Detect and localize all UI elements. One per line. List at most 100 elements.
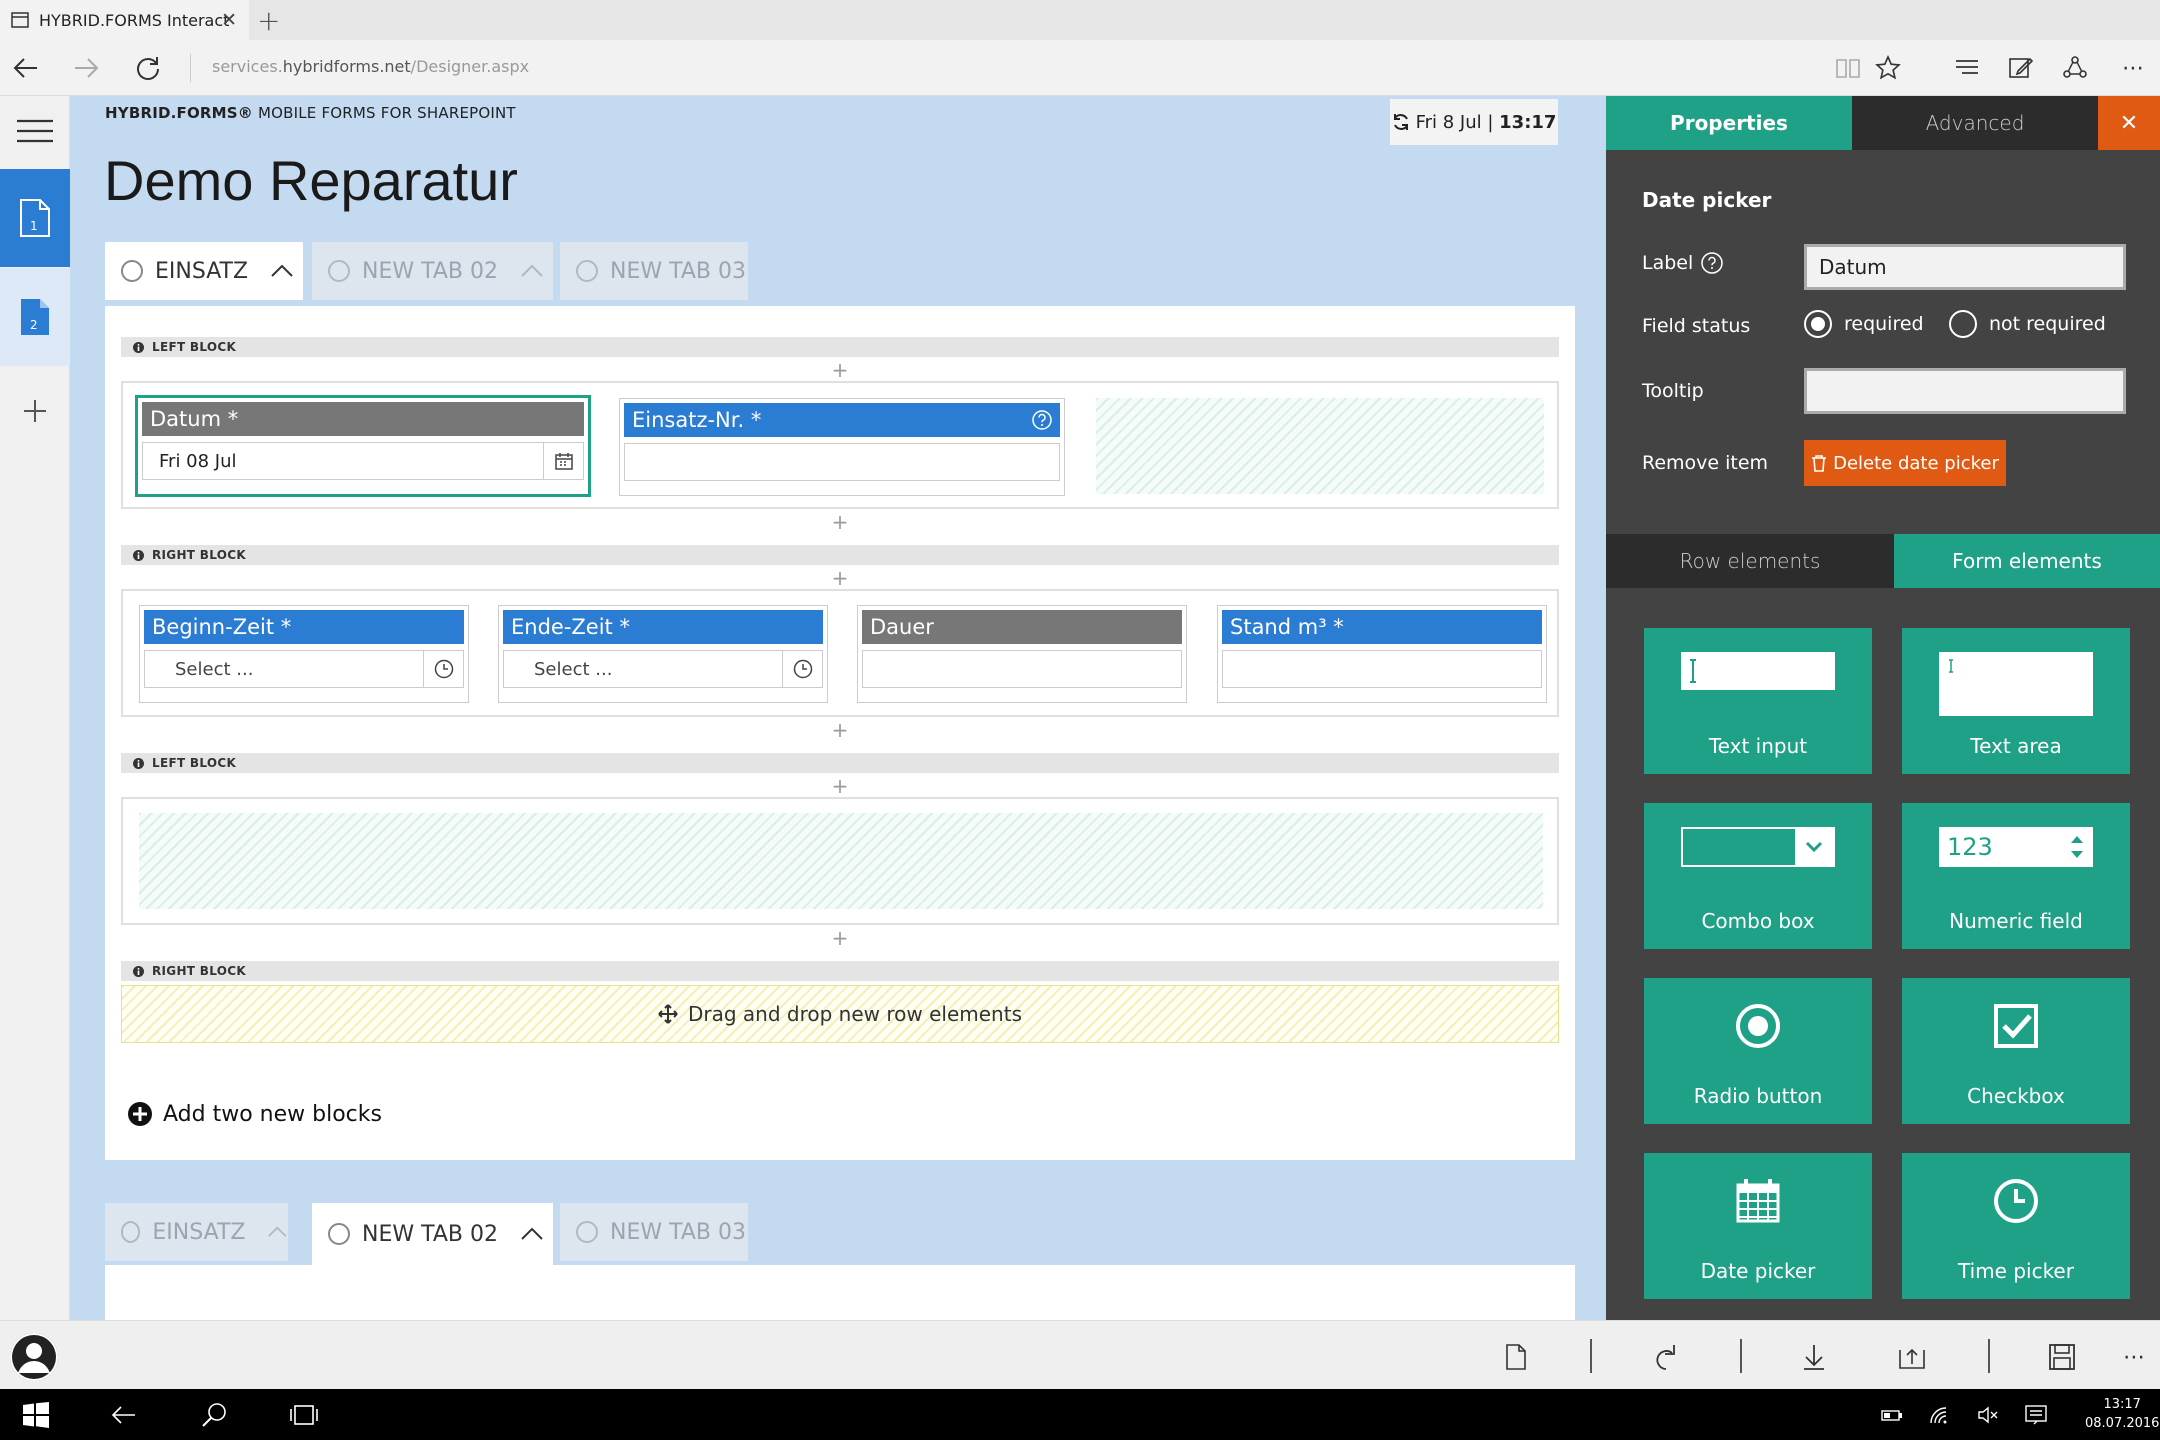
properties-tabs: Properties Advanced ✕ [1606,96,2160,150]
label-input[interactable]: Datum [1804,244,2126,290]
avatar[interactable] [10,1333,58,1381]
dauer-field[interactable]: Dauer [857,605,1187,703]
tab-einsatz[interactable]: EINSATZ [105,242,303,300]
new-tab-button[interactable]: + [257,4,280,37]
address-bar: services.hybridforms.net/Designer.aspx ⋯ [0,40,2160,96]
taskbar: 13:17 08.07.2016 [0,1389,2160,1440]
close-tab-icon[interactable]: ✕ [221,9,237,31]
task-view-icon[interactable] [288,1399,320,1431]
field-label: Ende-Zeit * [503,610,823,644]
hub-icon[interactable] [1952,53,1982,83]
notifications-icon[interactable] [2020,1399,2052,1431]
text-input-tile[interactable]: Text input [1644,628,1872,774]
more-icon[interactable]: ⋯ [2118,53,2148,83]
upload-icon[interactable] [1894,1339,1930,1375]
battery-icon[interactable] [1876,1399,1908,1431]
help-icon[interactable] [1701,252,1724,274]
add-row-plus[interactable]: + [830,566,850,590]
back-icon[interactable] [108,1399,140,1431]
empty-cell-placeholder[interactable] [139,813,1543,909]
row-block: Beginn-Zeit * Select ... Ende-Zeit * Sel… [121,589,1559,717]
beginn-zeit-input[interactable]: Select ... [144,650,464,688]
tab-row-elements[interactable]: Row elements [1606,534,1894,588]
download-icon[interactable] [1796,1339,1832,1375]
chevron-up-icon[interactable] [270,264,294,278]
sync-date-box[interactable]: Fri 8 Jul | 13:17 [1390,99,1558,145]
volume-muted-icon[interactable] [1972,1399,2004,1431]
redo-icon[interactable] [1648,1339,1684,1375]
system-clock[interactable]: 13:17 08.07.2016 [2085,1395,2159,1433]
add-row-plus[interactable]: + [830,774,850,798]
share-icon[interactable] [2060,53,2090,83]
date-picker-tile[interactable]: Date picker [1644,1153,1872,1299]
einsatz-input[interactable] [624,443,1060,481]
stand-input[interactable] [1222,650,1542,688]
dauer-input[interactable] [862,650,1182,688]
save-icon[interactable] [2044,1339,2080,1375]
clock-icon[interactable] [782,651,822,687]
numeric-field-tile[interactable]: 123 Numeric field [1902,803,2130,949]
page-icon: 2 [21,299,49,335]
text-area-tile[interactable]: Text area [1902,628,2130,774]
delete-date-picker-button[interactable]: Delete date picker [1804,440,2006,486]
hamburger-menu-icon[interactable] [0,96,70,166]
tab-properties[interactable]: Properties [1606,96,1852,150]
tab-form-elements[interactable]: Form elements [1894,534,2160,588]
web-note-icon[interactable] [2006,53,2036,83]
combo-box-tile[interactable]: Combo box [1644,803,1872,949]
tab-advanced[interactable]: Advanced [1852,96,2098,150]
search-icon[interactable] [198,1399,230,1431]
add-row-plus[interactable]: + [830,358,850,382]
add-row-plus[interactable]: + [830,718,850,742]
add-row-plus[interactable]: + [830,926,850,950]
add-page-button[interactable] [0,376,70,446]
calendar-icon[interactable] [543,443,583,479]
not-required-radio[interactable]: not required [1949,310,2106,338]
tab-radio-icon [576,260,598,282]
tab-new-tab-02[interactable]: NEW TAB 02 [312,1203,553,1265]
clock-icon[interactable] [423,651,463,687]
tab-new-tab-03[interactable]: NEW TAB 03 [560,1203,748,1261]
chevron-up-icon[interactable] [520,264,544,278]
chevron-up-icon[interactable] [520,1227,544,1241]
help-icon[interactable] [1032,410,1052,430]
add-row-plus[interactable]: + [830,510,850,534]
radio-button-tile[interactable]: Radio button [1644,978,1872,1124]
drop-zone[interactable]: Drag and drop new row elements [121,985,1559,1043]
datum-input[interactable]: Fri 08 Jul [142,442,584,480]
chevron-up-icon[interactable] [267,1225,288,1239]
url-field[interactable]: services.hybridforms.net/Designer.aspx [212,57,529,76]
stand-field[interactable]: Stand m³ * [1217,605,1547,703]
refresh-icon[interactable] [132,52,164,84]
checkbox-tile[interactable]: Checkbox [1902,978,2130,1124]
wifi-icon[interactable] [1924,1399,1956,1431]
browser-tab[interactable]: HYBRID.FORMS Interact ✕ [0,0,249,40]
add-two-blocks-button[interactable]: Add two new blocks [127,1101,382,1127]
page-1-button[interactable]: 1 [0,169,70,267]
url-separator [190,54,191,82]
beginn-zeit-field[interactable]: Beginn-Zeit * Select ... [139,605,469,703]
back-icon[interactable] [10,52,42,84]
einsatz-field[interactable]: Einsatz-Nr. * [619,398,1065,496]
required-radio[interactable]: required [1804,310,1924,338]
empty-cell-placeholder[interactable] [1096,398,1544,494]
datum-field[interactable]: Datum * Fri 08 Jul [135,395,591,497]
close-panel-icon[interactable]: ✕ [2098,96,2160,150]
forward-icon[interactable] [70,52,102,84]
more-icon[interactable]: ⋯ [2116,1339,2152,1375]
new-document-icon[interactable] [1498,1339,1534,1375]
tooltip-input[interactable] [1804,368,2126,414]
ende-zeit-field[interactable]: Ende-Zeit * Select ... [498,605,828,703]
tab-new-tab-02[interactable]: NEW TAB 02 [312,242,553,300]
favorite-star-icon[interactable] [1873,53,1903,83]
time-picker-tile[interactable]: Time picker [1902,1153,2130,1299]
tab-new-tab-03[interactable]: NEW TAB 03 [560,242,748,300]
reading-view-icon[interactable] [1833,53,1863,83]
page-2-button[interactable]: 2 [0,268,70,366]
browser-tab-bar: HYBRID.FORMS Interact ✕ + [0,0,2160,40]
page-icon: 1 [20,199,50,237]
block-header: LEFT BLOCK [121,753,1559,773]
tab-einsatz[interactable]: EINSATZ [105,1203,288,1261]
windows-start-icon[interactable] [20,1399,52,1431]
ende-zeit-input[interactable]: Select ... [503,650,823,688]
